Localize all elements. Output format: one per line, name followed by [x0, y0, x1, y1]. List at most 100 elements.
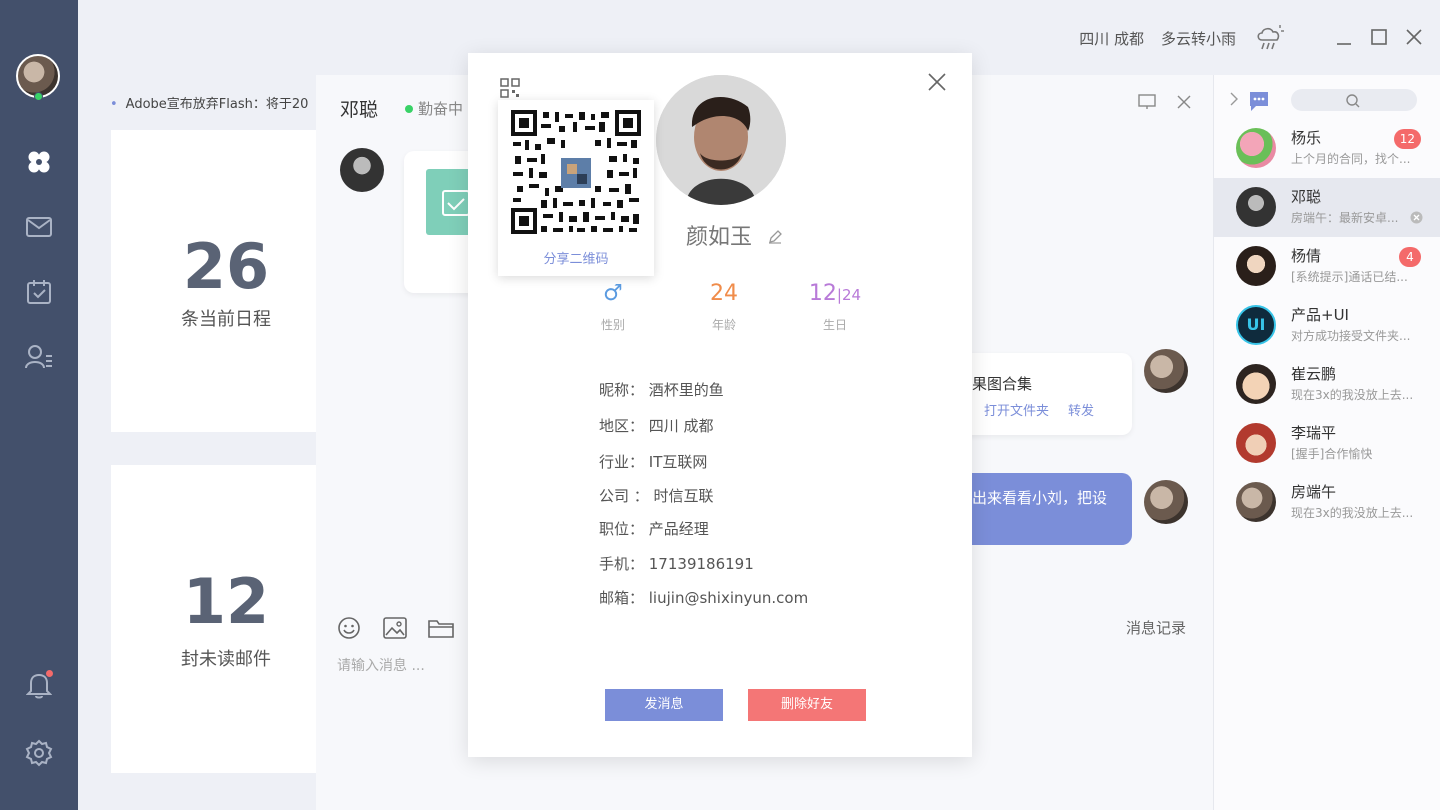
nickname-row: 昵称： 酒杯里的鱼 [599, 381, 724, 399]
open-folder-link[interactable]: 打开文件夹 [984, 400, 1049, 419]
contact-last-message: 房端午：最新安卓... [1291, 211, 1399, 225]
close-window-icon[interactable] [1406, 29, 1422, 49]
my-avatar-small[interactable] [1144, 349, 1188, 393]
age-label: 年龄 [711, 318, 736, 332]
email-row: 邮箱： liujin@shixinyun.com [599, 589, 809, 607]
schedule-count: 26 [182, 230, 270, 303]
outgoing-text: 出来看看小刘，把设 [972, 489, 1108, 507]
remove-contact-icon[interactable] [1410, 209, 1423, 228]
gender-stat: ♂ 性别 [578, 281, 648, 333]
chat-title: 邓聪 [340, 99, 379, 121]
schedule-card[interactable]: 26 条当前日程 [111, 130, 341, 432]
contact-name: 杨乐 [1291, 129, 1322, 147]
contact-item[interactable]: 崔云鹏 现在3x的我没放上去... [1214, 355, 1440, 414]
status-dot [405, 105, 413, 113]
qr-code-image [511, 110, 641, 234]
contacts-icon[interactable] [24, 342, 54, 372]
bullet-icon: • [110, 97, 118, 112]
my-avatar-small[interactable] [1144, 480, 1188, 524]
news-ticker[interactable]: • Adobe宣布放弃Flash：将于20 [110, 93, 315, 112]
contact-name: 房端午 [1291, 483, 1337, 501]
contact-avatar: UI [1236, 305, 1276, 345]
chat-bubble-icon[interactable] [1248, 90, 1270, 116]
calendar-icon[interactable] [24, 277, 54, 307]
left-nav [0, 0, 78, 810]
gender-label: 性别 [600, 318, 625, 332]
emoji-icon[interactable] [337, 616, 361, 644]
edit-icon[interactable] [768, 229, 782, 248]
image-icon[interactable] [383, 617, 407, 643]
share-qr-label[interactable]: 分享二维码 [498, 248, 654, 267]
birthday-stat: 12|24 生日 [800, 281, 870, 333]
schedule-label: 条当前日程 [181, 309, 271, 330]
chat-status: 勤奋中 [418, 100, 464, 118]
qr-code-popup[interactable]: 分享二维码 [498, 100, 654, 276]
contact-avatar [1236, 423, 1276, 463]
contact-avatar [1236, 187, 1276, 227]
dashboard-icon[interactable] [24, 147, 54, 177]
phone-row: 手机： 17139186191 [599, 555, 754, 573]
company-row: 公司 ： 时信互联 [599, 487, 714, 505]
search-input[interactable] [1291, 89, 1417, 111]
contact-last-message: [系统提示]通话已结... [1291, 270, 1408, 284]
maximize-icon[interactable] [1371, 29, 1387, 49]
ticker-text: Adobe宣布放弃Flash：将于20 [125, 97, 309, 112]
send-message-button[interactable]: 发消息 [605, 689, 723, 721]
contact-last-message: 上个月的合同，找个... [1291, 152, 1411, 166]
profile-name: 颜如玉 [686, 225, 753, 250]
delete-friend-button[interactable]: 删除好友 [748, 689, 866, 721]
unread-mail-count: 12 [182, 565, 270, 638]
contact-item[interactable]: UI 产品+UI 对方成功接受文件夹... [1214, 296, 1440, 355]
screen-share-icon[interactable] [1138, 93, 1158, 115]
mail-icon[interactable] [24, 212, 54, 242]
industry-row: 行业： IT互联网 [599, 453, 708, 471]
contact-item[interactable]: 杨倩 [系统提示]通话已结... 4 [1214, 237, 1440, 296]
unread-mail-label: 封未读邮件 [181, 649, 271, 670]
forward-link[interactable]: 转发 [1068, 400, 1094, 419]
contact-name: 崔云鹏 [1291, 365, 1337, 383]
mail-card[interactable]: 12 封未读邮件 [111, 465, 341, 773]
birthday-label: 生日 [822, 318, 847, 332]
birthday-day: 24 [841, 286, 862, 304]
close-chat-icon[interactable] [1177, 94, 1191, 113]
contact-avatar [1236, 364, 1276, 404]
contact-name: 产品+UI [1291, 306, 1349, 324]
file-title: 果图合集 [972, 375, 1033, 393]
contact-last-message: 对方成功接受文件夹... [1291, 329, 1411, 343]
minimize-icon[interactable] [1336, 30, 1352, 50]
birthday-month: 12 [808, 281, 837, 306]
folder-icon[interactable] [428, 618, 454, 642]
profile-modal: 颜如玉 分享二维码 ♂ 性别 24 年龄 12|24 生日 昵称： 酒杯里的鱼 … [468, 53, 972, 757]
contact-last-message: 现在3x的我没放上去... [1291, 388, 1414, 402]
contact-last-message: 现在3x的我没放上去... [1291, 506, 1414, 520]
close-modal-icon[interactable] [928, 73, 946, 95]
settings-icon[interactable] [24, 738, 54, 768]
online-status-dot [34, 92, 43, 101]
qr-code-icon[interactable] [500, 78, 520, 102]
contact-avatar [1236, 246, 1276, 286]
contacts-panel: 杨乐 上个月的合同，找个... 12 邓聪 房端午：最新安卓... 杨倩 [系统… [1213, 75, 1440, 810]
gender-icon: ♂ [603, 281, 623, 306]
age-value: 24 [710, 281, 738, 306]
contact-avatar [1236, 482, 1276, 522]
contact-avatar [1236, 128, 1276, 168]
unread-badge: 4 [1399, 247, 1421, 267]
profile-avatar [656, 75, 786, 205]
message-input[interactable]: 请输入消息 ... [337, 655, 425, 675]
chevron-right-icon[interactable] [1229, 91, 1239, 110]
contact-item[interactable]: 邓聪 房端午：最新安卓... [1214, 178, 1440, 237]
contact-name: 杨倩 [1291, 247, 1322, 265]
notification-dot [46, 670, 53, 677]
contact-item[interactable]: 房端午 现在3x的我没放上去... [1214, 473, 1440, 532]
region-row: 地区： 四川 成都 [599, 417, 714, 435]
age-stat: 24 年龄 [689, 281, 759, 333]
contact-last-message: [握手]合作愉快 [1291, 447, 1373, 461]
location-text: 四川 成都 [1079, 30, 1144, 48]
cloud-rain-icon [1254, 22, 1286, 56]
contact-avatar[interactable] [340, 148, 384, 192]
weather-text: 多云转小雨 [1160, 30, 1236, 48]
contact-item[interactable]: 李瑞平 [握手]合作愉快 [1214, 414, 1440, 473]
message-history-link[interactable]: 消息记录 [1126, 617, 1186, 638]
unread-badge: 12 [1393, 129, 1421, 149]
contact-item[interactable]: 杨乐 上个月的合同，找个... 12 [1214, 119, 1440, 178]
